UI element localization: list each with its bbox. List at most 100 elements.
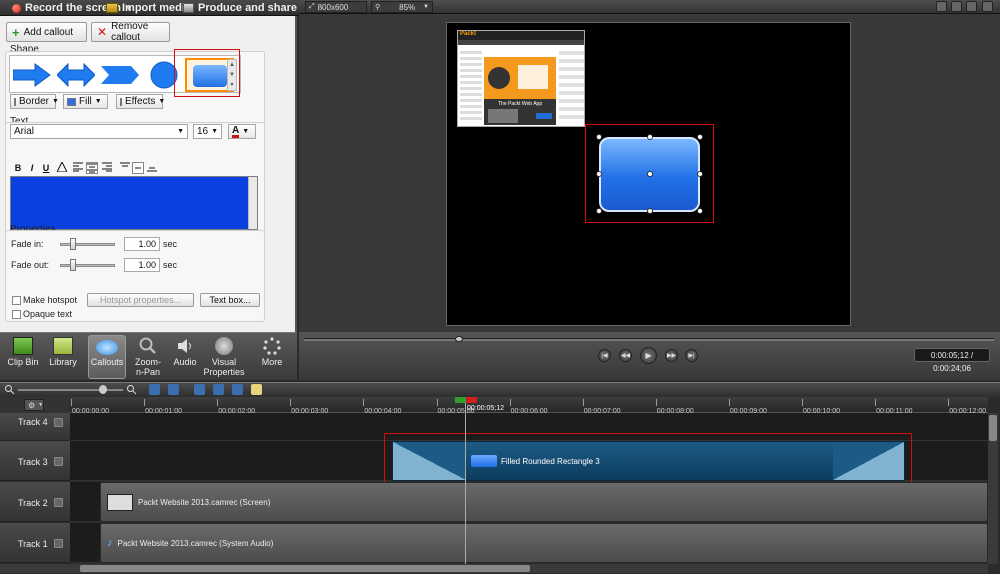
produce-share-label: Produce and share <box>198 2 298 14</box>
fade-in-slider-handle[interactable] <box>70 238 76 250</box>
audio-clip[interactable]: ♪ Packt Website 2013.camrec (System Audi… <box>100 523 988 563</box>
copy-icon[interactable] <box>232 384 243 395</box>
fade-out-slider-handle[interactable] <box>70 259 76 271</box>
add-callout-button[interactable]: + Add callout <box>6 22 87 42</box>
arrow-double-shape[interactable] <box>56 60 96 90</box>
remove-callout-button[interactable]: ✕ Remove callout <box>91 21 170 43</box>
effects-dropdown[interactable]: Effects ▼ <box>116 94 165 109</box>
clip-thumbnail <box>107 493 133 511</box>
redo-icon[interactable] <box>168 384 179 395</box>
callout-highlight-box <box>585 124 714 223</box>
track-height-slider[interactable] <box>0 564 70 573</box>
zoom-in-icon[interactable] <box>126 384 137 395</box>
pan-icon[interactable] <box>951 1 962 12</box>
align-center-icon[interactable] <box>86 162 98 174</box>
lock-icon[interactable] <box>54 498 63 507</box>
import-media-button[interactable]: Import media <box>106 1 191 15</box>
tab-clip-bin[interactable]: Clip Bin <box>4 335 42 379</box>
fade-in-input[interactable]: 1.00 <box>124 237 160 251</box>
timeline-horizontal-scrollbar[interactable] <box>70 564 988 573</box>
opaque-text-checkbox[interactable] <box>12 310 21 319</box>
valign-top-icon[interactable] <box>119 162 131 174</box>
font-size-select[interactable]: 16 ▼ <box>193 124 222 139</box>
chevron-down-icon: ▼ <box>38 402 44 408</box>
font-family-select[interactable]: Arial ▼ <box>10 124 188 139</box>
timeline-zoom-slider[interactable] <box>18 389 123 391</box>
music-note-icon: ♪ <box>107 537 113 549</box>
lock-icon[interactable] <box>54 457 63 466</box>
zoom-out-icon[interactable] <box>4 384 15 395</box>
produce-share-button[interactable]: Produce and share ▼ <box>183 1 309 15</box>
timeline-settings-dropdown[interactable]: ⚙ ▼ <box>24 399 44 411</box>
callout-text-area[interactable] <box>10 176 258 230</box>
fast-forward-icon[interactable]: ▶▶ <box>665 349 678 362</box>
lock-icon[interactable] <box>54 539 63 548</box>
next-clip-icon[interactable]: ▶| <box>685 349 698 362</box>
playhead-scrubber[interactable] <box>304 338 994 341</box>
split-icon[interactable] <box>213 384 224 395</box>
screen-recording-thumbnail[interactable]: Packt The Packt Web App <box>457 30 585 127</box>
align-right-icon[interactable] <box>101 162 113 174</box>
audio-clip-label: Packt Website 2013.camrec (System Audio) <box>117 538 274 548</box>
tab-library[interactable]: Library <box>45 335 81 379</box>
scrubber-handle[interactable] <box>455 336 463 342</box>
detach-icon[interactable] <box>966 1 977 12</box>
hotspot-properties-button[interactable]: Hotspot properties... <box>87 293 194 307</box>
italic-button[interactable]: I <box>26 162 38 174</box>
track-1-header[interactable]: Track 1 <box>0 523 70 563</box>
dimensions-dropdown[interactable]: ⤢ 800x600 <box>305 1 367 13</box>
make-hotspot-checkbox[interactable] <box>12 296 21 305</box>
playhead-line[interactable] <box>465 403 466 565</box>
effects-icon <box>120 97 122 106</box>
text-style-icon[interactable] <box>56 160 68 174</box>
undo-icon[interactable] <box>149 384 160 395</box>
fade-in-slider[interactable] <box>60 243 115 246</box>
scrollbar-thumb[interactable] <box>989 415 997 441</box>
timeline-ruler[interactable]: 00:00:00;00 00:00:01;00 00:00:02;00 00:00:0… <box>70 397 988 415</box>
zoom-dropdown[interactable]: ⚲ 85% ▼ <box>371 1 433 13</box>
tab-more[interactable]: More <box>253 335 291 379</box>
ruler-tick-mark <box>582 399 584 406</box>
tab-zoom-n-pan[interactable]: Zoom-n-Pan <box>129 335 167 379</box>
chevron-down-icon: ▼ <box>211 128 219 135</box>
chevron-down-icon: ▼ <box>52 98 59 105</box>
bold-button[interactable]: B <box>12 162 24 174</box>
arrow-right-shape[interactable] <box>12 60 52 90</box>
fade-out-input[interactable]: 1.00 <box>124 258 160 272</box>
fade-out-slider[interactable] <box>60 264 115 267</box>
playhead-marker[interactable] <box>455 397 477 403</box>
cut-icon[interactable] <box>194 384 205 395</box>
effects-label: Effects <box>125 96 156 107</box>
screen-recording-clip[interactable]: Packt Website 2013.camrec (Screen) <box>100 482 988 522</box>
tab-visual-properties[interactable]: Visual Properties <box>203 335 245 379</box>
paste-icon[interactable] <box>251 384 262 395</box>
underline-button[interactable]: U <box>40 162 52 174</box>
play-icon[interactable]: ▶ <box>640 347 657 364</box>
rewind-icon[interactable]: ◀◀ <box>619 349 632 362</box>
timeline-zoom-handle[interactable] <box>99 385 107 394</box>
scrollbar-thumb[interactable] <box>80 565 530 572</box>
tab-callouts[interactable]: Callouts <box>88 335 126 379</box>
timeline-vertical-scrollbar[interactable] <box>988 413 998 564</box>
previous-clip-icon[interactable]: |◀ <box>598 349 611 362</box>
magnifier-icon <box>138 337 158 355</box>
track-2-header[interactable]: Track 2 <box>0 482 70 522</box>
align-left-icon[interactable] <box>72 162 84 174</box>
arrow-chevron-shape[interactable] <box>100 60 140 90</box>
valign-bottom-icon[interactable] <box>146 162 158 174</box>
font-size-value: 16 <box>197 126 209 137</box>
track-4-header[interactable]: Track 4 <box>0 413 70 441</box>
crop-icon[interactable] <box>936 1 947 12</box>
valign-middle-icon[interactable] <box>132 162 144 174</box>
lock-icon[interactable] <box>54 418 63 427</box>
font-color-dropdown[interactable]: A ▼ <box>228 124 256 139</box>
fullscreen-icon[interactable] <box>982 1 993 12</box>
film-icon <box>13 337 33 355</box>
border-dropdown[interactable]: Border ▼ <box>10 94 59 109</box>
fill-dropdown[interactable]: Fill ▼ <box>63 94 108 109</box>
track-3-header[interactable]: Track 3 <box>0 441 70 481</box>
text-box-button[interactable]: Text box... <box>200 293 260 307</box>
font-family-value: Arial <box>14 126 35 137</box>
text-area-scrollbar[interactable] <box>248 177 257 229</box>
tab-audio[interactable]: Audio <box>169 335 201 379</box>
